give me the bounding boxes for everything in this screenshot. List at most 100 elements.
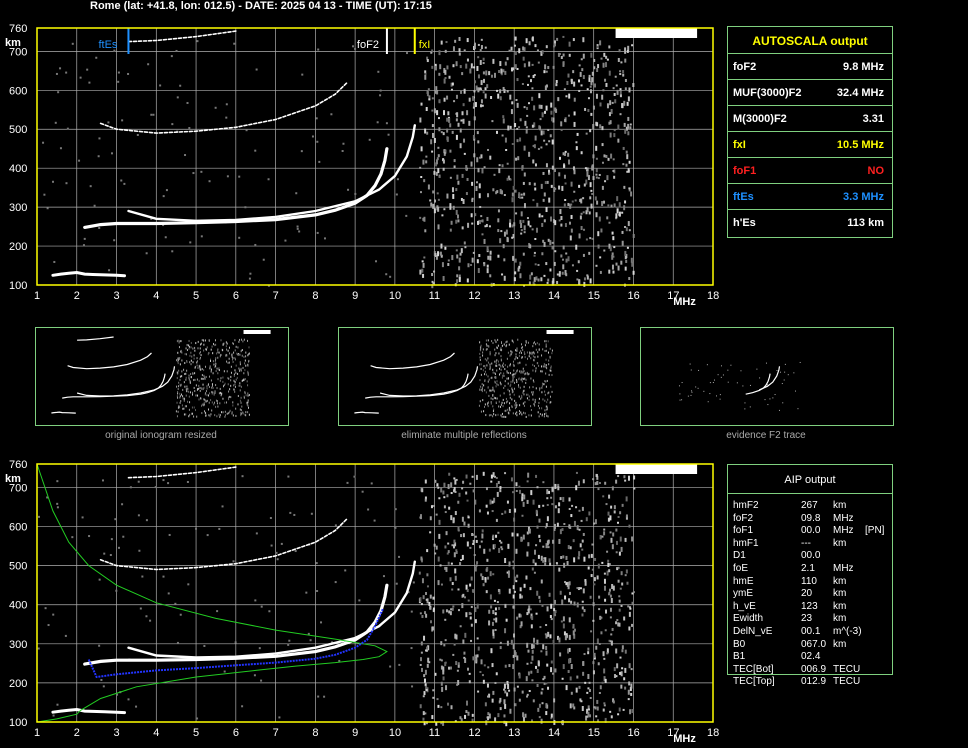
aip-unit: km bbox=[833, 600, 847, 612]
x-tick-label: 15 bbox=[588, 727, 600, 739]
f2-extraordinary-trace bbox=[127, 124, 416, 223]
aip-value: 23 bbox=[801, 613, 813, 625]
aip-unit: MHz bbox=[833, 525, 854, 537]
marker-label: foF2 bbox=[357, 39, 379, 51]
y-tick-label: 300 bbox=[9, 202, 27, 214]
x-tick-label: 16 bbox=[627, 727, 639, 739]
aip-flag: [PN] bbox=[865, 525, 885, 537]
autoscala-row: foF2 9.8 MHz bbox=[728, 53, 892, 80]
aip-key: DelN_vE bbox=[733, 626, 773, 637]
autoscala-row: foF1 NO bbox=[728, 157, 892, 184]
autoscala-key: foF2 bbox=[733, 61, 757, 73]
es-trace bbox=[51, 270, 126, 278]
x-tick-label: 13 bbox=[508, 290, 520, 302]
aip-value: 02.4 bbox=[801, 651, 821, 663]
aip-key: hmF2 bbox=[733, 500, 759, 511]
autoscala-row: MUF(3000)F2 32.4 MHz bbox=[728, 79, 892, 106]
y-tick-label: 600 bbox=[9, 522, 27, 534]
aip-row: hmF1 --- km bbox=[733, 538, 888, 550]
x-tick-label: 2 bbox=[74, 290, 80, 302]
autoscala-key: foF1 bbox=[733, 165, 757, 177]
aip-key: B0 bbox=[733, 638, 746, 650]
aip-value: 012.9 bbox=[801, 676, 827, 688]
y-tick-label: 760 bbox=[9, 23, 27, 35]
x-axis-label: MHz bbox=[673, 733, 696, 745]
aip-value: 00.0 bbox=[801, 525, 821, 537]
aip-value: 00.1 bbox=[801, 626, 821, 637]
y-tick-label: 100 bbox=[9, 717, 27, 729]
es-trace bbox=[51, 707, 126, 715]
autoscala-value: NO bbox=[867, 165, 885, 177]
x-axis-label: MHz bbox=[673, 296, 696, 308]
thumbnail-caption: eliminate multiple reflections bbox=[401, 430, 527, 441]
thumbnail-caption: original ionogram resized bbox=[105, 430, 217, 441]
aip-unit: MHz bbox=[833, 512, 854, 524]
x-tick-label: 12 bbox=[468, 290, 480, 302]
aip-row: foF1 00.0 MHz [PN] bbox=[733, 525, 888, 537]
aip-row: B0 067.0 km bbox=[733, 639, 888, 651]
aip-row: h_vE 123 km bbox=[733, 601, 888, 613]
y-tick-label: 600 bbox=[9, 85, 27, 97]
x-tick-label: 6 bbox=[233, 727, 239, 739]
aip-title: AIP output bbox=[728, 465, 892, 494]
x-tick-label: 15 bbox=[588, 290, 600, 302]
aip-row: foE 2.1 MHz bbox=[733, 563, 888, 575]
x-tick-label: 1 bbox=[34, 727, 40, 739]
y-tick-label: 500 bbox=[9, 561, 27, 573]
es-second-hop-trace bbox=[127, 466, 237, 479]
thumbnail-caption: evidence F2 trace bbox=[726, 430, 806, 441]
aip-key: foF2 bbox=[733, 512, 754, 524]
aip-unit: m^(-3) bbox=[833, 626, 862, 637]
aip-value: 267 bbox=[801, 500, 818, 511]
autoscala-row: fxI 10.5 MHz bbox=[728, 131, 892, 158]
autoscala-value: 10.5 MHz bbox=[836, 139, 884, 151]
marker-label: ftEs bbox=[98, 39, 117, 51]
aip-key: foF1 bbox=[733, 525, 754, 537]
y-tick-label: 760 bbox=[9, 459, 27, 471]
x-tick-label: 8 bbox=[312, 727, 318, 739]
thumbnail-evidence bbox=[640, 327, 894, 426]
top-ionogram-chart: ftEs foF2 fxI1 2 3 4 5 6 7 8 9 10 11 12 13 14 15 16 17 18MH… bbox=[5, 23, 719, 308]
aip-unit: TECU bbox=[833, 676, 861, 688]
y-tick-label: 400 bbox=[9, 600, 27, 612]
x-tick-label: 1 bbox=[34, 290, 40, 302]
x-tick-label: 7 bbox=[273, 727, 279, 739]
autoscala-value: 9.8 MHz bbox=[843, 61, 884, 73]
x-tick-label: 14 bbox=[548, 727, 560, 739]
autoscala-value: 3.3 MHz bbox=[843, 191, 884, 203]
aip-value: 006.9 bbox=[801, 663, 827, 675]
x-tick-label: 4 bbox=[153, 727, 159, 739]
x-tick-label: 18 bbox=[707, 290, 719, 302]
x-tick-label: 7 bbox=[273, 290, 279, 302]
aip-unit: km bbox=[833, 588, 847, 600]
autoscala-key: h'Es bbox=[733, 217, 756, 229]
aip-key: B1 bbox=[733, 651, 746, 663]
autoscala-row: ftEs 3.3 MHz bbox=[728, 183, 892, 210]
x-tick-label: 5 bbox=[193, 727, 199, 739]
x-tick-label: 9 bbox=[352, 727, 358, 739]
aip-row: hmE 110 km bbox=[733, 576, 888, 588]
x-tick-label: 12 bbox=[468, 727, 480, 739]
thumbnail-eliminate bbox=[338, 327, 592, 426]
x-tick-label: 11 bbox=[429, 290, 440, 302]
aip-key: TEC[Bot] bbox=[733, 663, 774, 675]
autoscala-key: fxI bbox=[733, 139, 746, 151]
y-tick-label: 200 bbox=[9, 678, 27, 690]
aip-value: 20 bbox=[801, 588, 813, 600]
bottom-ionogram-chart: 1 2 3 4 5 6 7 8 9 10 11 12 13 14 15 16 17 18MHz1002003004… bbox=[5, 459, 719, 745]
autoscala-value: 113 km bbox=[847, 217, 884, 229]
aip-value: 067.0 bbox=[801, 638, 827, 650]
x-tick-label: 10 bbox=[389, 290, 401, 302]
x-tick-label: 3 bbox=[114, 727, 120, 739]
x-tick-label: 10 bbox=[389, 727, 401, 739]
aip-value: 123 bbox=[801, 600, 818, 612]
autoscala-key: M(3000)F2 bbox=[733, 113, 787, 125]
aip-value: 110 bbox=[801, 575, 817, 587]
aip-row: DelN_vE 00.1 m^(-3) bbox=[733, 626, 888, 638]
autoscala-value: 32.4 MHz bbox=[836, 87, 884, 99]
aip-key: D1 bbox=[733, 550, 746, 562]
aip-value: 09.8 bbox=[801, 512, 821, 524]
aip-row: B1 02.4 bbox=[733, 651, 888, 663]
aip-key: hmE bbox=[733, 575, 754, 587]
aip-row: foF2 09.8 MHz bbox=[733, 513, 888, 525]
